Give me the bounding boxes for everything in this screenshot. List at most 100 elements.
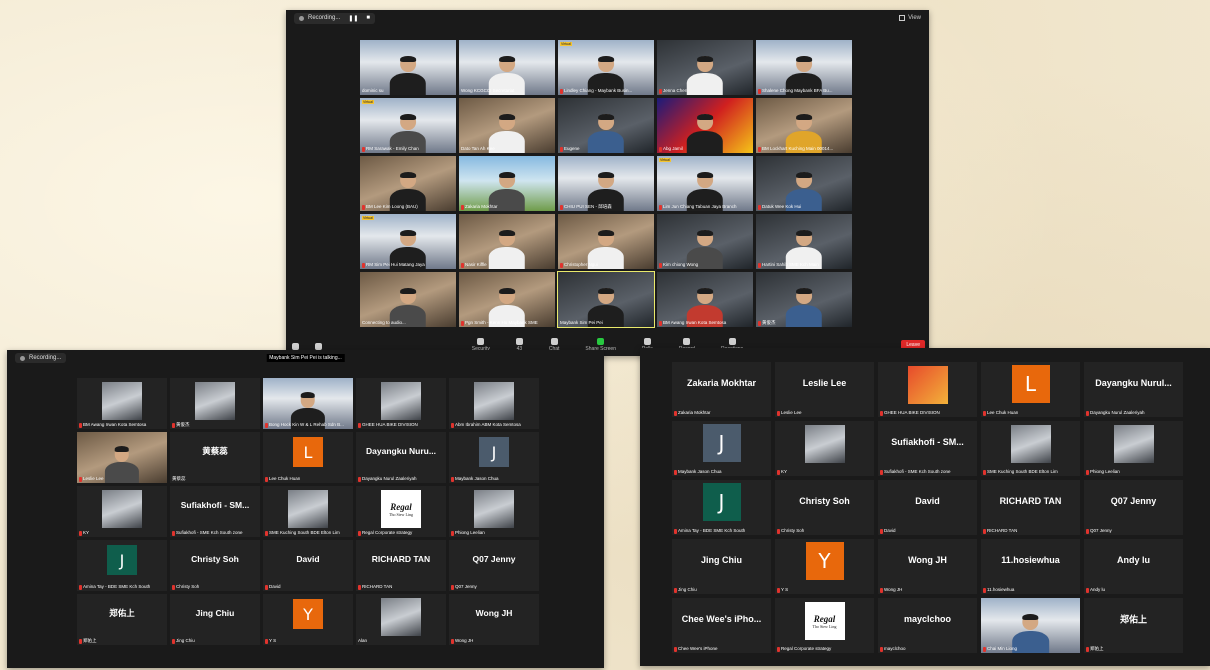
video-tile[interactable]: Eugene [558,98,654,153]
mic-muted-icon [880,587,883,593]
participant-name: Amina Tay - BDE SME Kch South [674,528,769,534]
name-tile[interactable]: 郑佑上 郑佑上 [1084,598,1183,653]
video-tile[interactable]: Wong KCGCCI Secretariat [459,40,555,95]
video-tile[interactable]: SME Kuching South BDE Elton Lim [981,421,1080,476]
video-tile[interactable]: Datuk Wee Kok Hui [756,156,852,211]
video-tile[interactable]: Phiong Leelian [1084,421,1183,476]
video-tile[interactable]: Regal Tho Siew Ling Regal Corporate strate… [775,598,874,653]
video-tile[interactable]: Phiong Leelian [449,486,539,537]
display-name: Andy lu [1117,554,1150,565]
video-tile[interactable]: KY [775,421,874,476]
video-tile[interactable]: Bong Hock Kin W & L Rehab Sdn B... [263,378,353,429]
video-tile[interactable]: Hartini Sahib SME Kch Main [756,214,852,269]
avatar-tile[interactable]: L Lee Chuk Huan [263,432,353,483]
name-tile[interactable]: Wong JH Wong JH [878,539,977,594]
participant-name: BM Awang Irwan Kota Semtosa [659,320,751,326]
participant-name: 黄蔡蕊 [172,476,186,481]
mic-muted-icon [362,146,365,152]
participant-name: Eugene [560,146,652,152]
view-button[interactable]: View [899,15,921,21]
participant-name: Dato Tan Ah Kee [461,146,495,151]
name-tile[interactable]: RICHARD TAN RICHARD TAN [981,480,1080,535]
name-tile[interactable]: Sufiakhofi - SM... Sufiakhofi - SME Kch S… [170,486,260,537]
video-tile[interactable]: Virtual RM Sim Pei Hui Matang Jaya [360,214,456,269]
video-tile[interactable]: Virtual Lim Jun Chiang Tabuan Jaya Branch [657,156,753,211]
name-tile[interactable]: Q07 Jenny Q07 Jenny [449,540,539,591]
video-tile[interactable]: BM Lockhart Kuching Main 00014... [756,98,852,153]
video-tile[interactable]: GHEE HUA BIKE DIVISION [356,378,446,429]
video-tile[interactable]: Jenna Chen [657,40,753,95]
name-tile[interactable]: mayclchoo mayclchoo [878,598,977,653]
participant-name: Maybank Jason Chua [674,469,769,475]
name-tile[interactable]: Andy lu Andy lu [1084,539,1183,594]
mic-muted-icon [358,422,361,428]
pause-recording-icon[interactable]: ❚❚ [348,15,358,22]
avatar-tile[interactable]: J Amina Tay - BDE SME Kch South [672,480,771,535]
name-tile[interactable]: Christy Soh Christy Soh [775,480,874,535]
virtual-bg-badge: Virtual [362,100,374,104]
avatar-tile[interactable]: Y Y S [775,539,874,594]
participant-name: Jing Chiu [674,587,769,593]
video-tile[interactable]: Kim chiong Wong [657,214,753,269]
name-tile[interactable]: Chee Wee's iPho... Chee Wee's iPhone [672,598,771,653]
video-tile[interactable]: Dato Tan Ah Kee [459,98,555,153]
video-tile[interactable]: Pgn Smith - Kenn Ho Maybank SME [459,272,555,327]
video-tile[interactable]: Christopher Ngui [558,214,654,269]
name-tile[interactable]: Leslie Lee Leslie Lee [775,362,874,417]
participant-photo [804,425,845,463]
mic-muted-icon [674,469,677,475]
video-tile[interactable]: 黄俊杰 [756,272,852,327]
mic-muted-icon [461,262,464,268]
video-tile[interactable]: BM Awang Irwan Kota Semtosa [77,378,167,429]
video-tile[interactable]: Abm Ibrahim ABM Kota Semtosa [449,378,539,429]
name-tile[interactable]: Jing Chiu Jing Chiu [672,539,771,594]
video-tile[interactable]: GHEE HUA BIKE DIVISION [878,362,977,417]
name-tile[interactable]: Dayangku Nurul... Dayangku Nurul Zaaleriy… [1084,362,1183,417]
video-tile[interactable]: 黄俊杰 [170,378,260,429]
name-tile[interactable]: Dayangku Nuru... Dayangku Nurul Zaaleriya… [356,432,446,483]
video-tile[interactable]: BM Awang Irwan Kota Semtosa [657,272,753,327]
avatar-tile[interactable]: L Lee Chuk Huan [981,362,1080,417]
avatar-tile[interactable]: J Maybank Jason Chua [449,432,539,483]
video-tile[interactable]: Shalene Chong Maybank BFA Bu... [756,40,852,95]
display-name: Dayangku Nurul... [1095,377,1172,388]
video-tile[interactable]: Regal Tho Siew Ling Regal Corporate strate… [356,486,446,537]
name-tile[interactable]: David David [878,480,977,535]
video-tile[interactable]: BM Lee Kim Loong (BAU) [360,156,456,211]
name-tile[interactable]: 黄蔡蕊 黄蔡蕊 [170,432,260,483]
name-tile[interactable]: 11.hosiewhua 11.hosiewhua [981,539,1080,594]
avatar-tile[interactable]: J Amina Tay - BDE SME Kch South [77,540,167,591]
video-tile[interactable]: CHIU PUI SEN - 邱培森 [558,156,654,211]
name-tile[interactable]: Wong JH Wong JH [449,594,539,645]
video-tile[interactable]: KY [77,486,167,537]
participant-name: Lee Chuk Huan [983,410,1078,416]
name-tile[interactable]: Christy Soh Christy Soh [170,540,260,591]
video-tile[interactable]: Virtual Lindley Chiang - Maybank Busin... [558,40,654,95]
video-tile[interactable]: Leslie Lee [77,432,167,483]
video-tile[interactable]: Virtual RM Sarawak - Emily Chan [360,98,456,153]
video-tile[interactable]: Alan [356,594,446,645]
mic-muted-icon [758,320,761,326]
video-tile[interactable]: Zakaria Mokhtar [459,156,555,211]
video-tile[interactable]: dominic su [360,40,456,95]
stop-recording-icon[interactable]: ■ [366,15,370,21]
name-tile[interactable]: Zakaria Mokhtar Zakaria Mokhtar [672,362,771,417]
name-tile[interactable]: Jing Chiu Jing Chiu [170,594,260,645]
name-tile[interactable]: David David [263,540,353,591]
name-tile[interactable]: Sufiakhofi - SM... Sufiakhofi - SME Kch S… [878,421,977,476]
active-speaker-tile[interactable]: Maybank Sim Pei Pei [557,271,655,328]
video-tile[interactable]: Nasir Kiffle [459,214,555,269]
name-tile[interactable]: 郑佑上 郑佑上 [77,594,167,645]
mic-muted-icon [880,646,883,652]
video-tile[interactable]: Chai Min Liong [981,598,1080,653]
video-tile[interactable]: Abg Jamil [657,98,753,153]
video-tile[interactable]: SME Kuching South BDE Elton Lim [263,486,353,537]
avatar-tile[interactable]: Y Y S [263,594,353,645]
avatar-tile[interactable]: J Maybank Jason Chua [672,421,771,476]
name-tile[interactable]: Q07 Jenny Q07 Jenny [1084,480,1183,535]
name-tile[interactable]: RICHARD TAN RICHARD TAN [356,540,446,591]
participant-name: Y S [265,638,351,644]
participant-name: Kim chiong Wong [659,262,751,268]
mic-muted-icon [880,528,883,534]
video-tile[interactable]: Connecting to audio... [360,272,456,327]
